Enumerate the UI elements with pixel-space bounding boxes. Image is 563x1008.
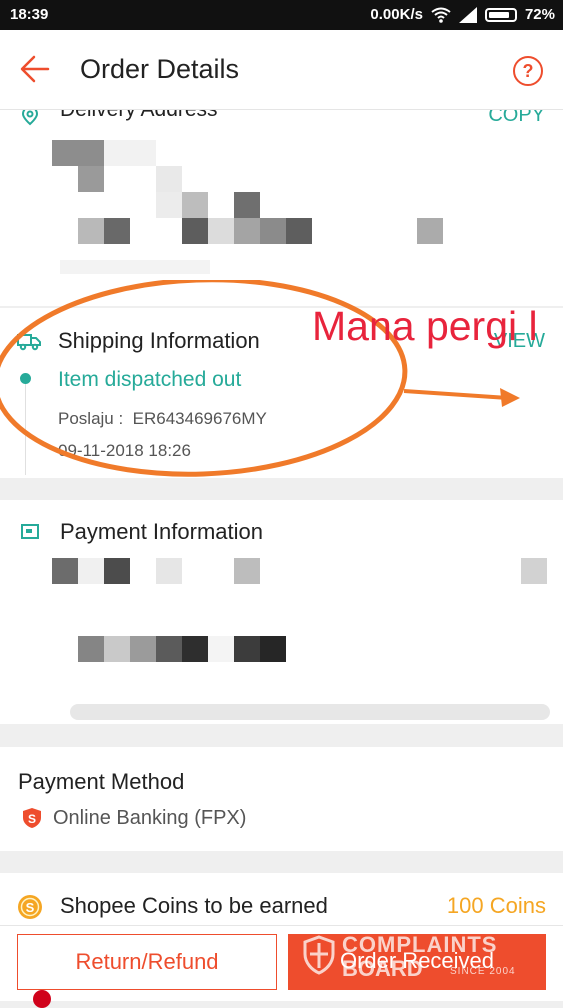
svg-text:S: S [26, 900, 35, 915]
location-pin-icon [21, 110, 39, 126]
back-arrow-icon[interactable] [18, 52, 52, 86]
status-bar: 18:39 0.00K/s 72% [0, 0, 563, 30]
battery-icon [484, 7, 517, 22]
delivery-address-section: Delivery Address COPY [0, 110, 563, 306]
order-received-label: Order Received [339, 948, 495, 973]
network-speed: 0.00K/s [370, 6, 423, 23]
annotation-text: Mana pergi l [312, 303, 538, 349]
status-time: 18:39 [10, 6, 49, 23]
signal-icon [458, 6, 477, 23]
bottom-action-bar: Return/Refund Order Received [0, 925, 563, 1001]
help-icon[interactable]: ? [513, 56, 543, 86]
return-refund-button[interactable]: Return/Refund [17, 934, 277, 990]
annotation-arrow [403, 389, 509, 400]
page-title: Order Details [80, 54, 240, 84]
app-bar: Order Details ? [0, 30, 563, 110]
battery-percent: 72% [524, 6, 555, 23]
coin-icon: S [18, 895, 42, 919]
shield-icon: S [23, 808, 41, 828]
status-right: 0.00K/s 72% [370, 6, 555, 23]
payment-method-section[interactable]: Payment Method S Online Banking (FPX) [0, 747, 563, 851]
wifi-icon [431, 7, 451, 23]
shopee-coins-section: S Shopee Coins to be earned 100 Coins [0, 873, 563, 925]
payment-card-icon [21, 524, 39, 539]
payment-info-heading: Payment Information [60, 519, 263, 544]
delivery-heading: Delivery Address [60, 110, 218, 122]
payment-method-value: Online Banking (FPX) [53, 807, 247, 829]
copy-button[interactable]: COPY [488, 110, 545, 127]
payment-information-section: Payment Information [0, 500, 563, 724]
annotation-arrowhead [500, 388, 520, 407]
notification-badge [33, 990, 51, 1008]
order-received-button[interactable]: Order Received [288, 934, 546, 990]
payment-method-heading: Payment Method [18, 769, 185, 794]
svg-text:S: S [28, 812, 36, 826]
coins-value: 100 Coins [446, 893, 546, 918]
coins-label: Shopee Coins to be earned [60, 893, 328, 918]
